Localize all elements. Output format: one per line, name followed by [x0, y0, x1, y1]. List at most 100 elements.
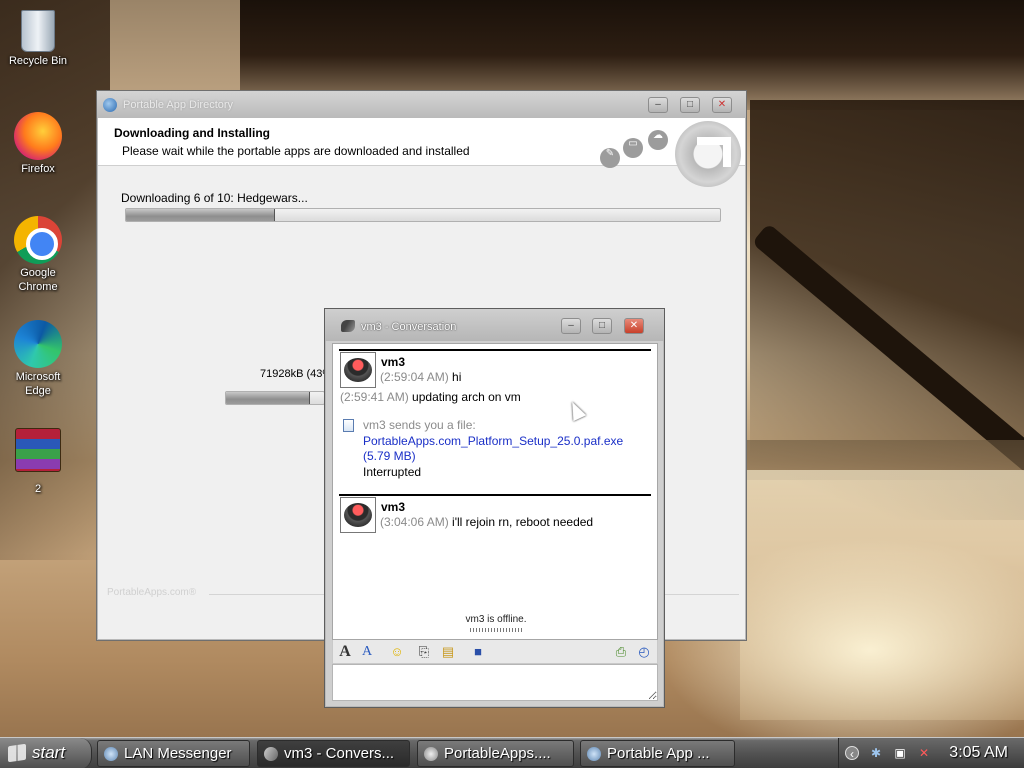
- task-label: PortableApps....: [444, 745, 551, 762]
- wizard-header: Downloading and Installing Please wait w…: [98, 118, 745, 187]
- close-button[interactable]: ✕: [624, 318, 644, 334]
- broadcast-icon[interactable]: ⎙: [612, 643, 630, 661]
- message-divider: [339, 494, 651, 496]
- avatar: [340, 497, 376, 533]
- winrar-archive-icon: [15, 428, 61, 472]
- overall-progress-bar: [125, 208, 721, 222]
- volume-muted-icon[interactable]: ✕: [917, 746, 931, 760]
- file-progress-label: 71928kB (43%: [260, 368, 333, 380]
- desktop-icon-label: Firefox: [21, 163, 55, 175]
- smiley-icon[interactable]: ☺: [388, 643, 406, 661]
- message-timestamp: (2:59:41 AM): [340, 390, 409, 404]
- edge-icon: [14, 320, 62, 368]
- portableapps-icon: [587, 747, 601, 761]
- desktop-icon-recycle-bin[interactable]: Recycle Bin: [0, 4, 76, 68]
- font-color-icon[interactable]: A: [358, 643, 376, 661]
- recycle-bin-icon: [21, 10, 55, 52]
- overall-progress-fill: [126, 209, 275, 221]
- start-button[interactable]: start: [0, 738, 92, 768]
- file-transfer-state: Interrupted: [363, 465, 422, 479]
- download-status-label: Downloading 6 of 10: Hedgewars...: [121, 191, 308, 205]
- file-progress-fill: [226, 392, 311, 404]
- cloud-icon: ☁: [648, 130, 668, 150]
- font-icon[interactable]: A: [336, 643, 354, 661]
- close-button[interactable]: ✕: [712, 97, 732, 113]
- file-transfer-name-link[interactable]: PortableApps.com_Platform_Setup_25.0.paf…: [363, 434, 623, 448]
- task-portableapps[interactable]: PortableApps....: [417, 740, 574, 767]
- message-text: updating arch on vm: [412, 390, 521, 404]
- desktop-icon-label: 2: [34, 483, 42, 495]
- title-bar[interactable]: vm3 - Conversation – □ ✕: [325, 309, 664, 341]
- system-tray: ‹ ✱ ▣ ✕ 3:05 AM: [838, 738, 1024, 768]
- wizard-subheading: Please wait while the portable apps are …: [122, 144, 470, 158]
- message-line: (2:59:04 AM) hi: [380, 370, 461, 384]
- record-disc-icon: [344, 358, 372, 382]
- pencil-icon: ✎: [600, 148, 620, 168]
- file-transfer-size: (5.79 MB): [363, 449, 416, 463]
- file-transfer-intro: vm3 sends you a file:: [363, 418, 476, 432]
- message-input[interactable]: [332, 664, 658, 701]
- maximize-button[interactable]: □: [592, 318, 612, 334]
- save-icon[interactable]: ■: [469, 643, 487, 661]
- history-icon[interactable]: ◴: [635, 643, 653, 661]
- minimize-button[interactable]: –: [648, 97, 668, 113]
- message-sender: vm3: [381, 500, 406, 514]
- maximize-button[interactable]: □: [680, 97, 700, 113]
- splitter-grip[interactable]: [470, 628, 524, 632]
- conversation-window: vm3 - Conversation – □ ✕ vm3 (2:59:04 AM…: [324, 308, 665, 708]
- desktop-icon-archive[interactable]: 2: [0, 428, 76, 496]
- avatar: [340, 352, 376, 388]
- file-progress-bar: [225, 391, 325, 405]
- conversation-icon: [264, 747, 278, 761]
- message-text: hi: [452, 370, 462, 384]
- title-bar[interactable]: Portable App Directory – □ ✕: [97, 91, 746, 119]
- taskbar: start LAN Messenger vm3 - Convers... Por…: [0, 737, 1024, 768]
- laptop-icon: ▭: [623, 138, 643, 158]
- message-line: (3:04:06 AM) i'll rejoin rn, reboot need…: [380, 515, 593, 529]
- chat-history[interactable]: vm3 (2:59:04 AM) hi (2:59:41 AM) updatin…: [332, 343, 658, 640]
- message-timestamp: (2:59:04 AM): [380, 370, 449, 384]
- message-timestamp: (3:04:06 AM): [380, 515, 449, 529]
- attach-file-icon[interactable]: ⎘: [415, 643, 433, 661]
- wizard-heading: Downloading and Installing: [114, 126, 270, 140]
- desktop-icon-label: Recycle Bin: [8, 55, 68, 67]
- chrome-icon: [14, 216, 62, 264]
- message-text: i'll rejoin rn, reboot needed: [452, 515, 594, 529]
- desktop-icon-edge[interactable]: Microsoft Edge: [0, 320, 76, 398]
- desktop-icon-chrome[interactable]: Google Chrome: [0, 216, 76, 294]
- minimize-button[interactable]: –: [561, 318, 581, 334]
- windows-flag-icon: [8, 743, 26, 763]
- branding-footer: PortableApps.com®: [107, 587, 197, 598]
- message-line: (2:59:41 AM) updating arch on vm: [340, 390, 521, 404]
- wallpaper-sea: [740, 470, 1024, 720]
- desktop-icon-label: Microsoft Edge: [15, 371, 61, 397]
- firefox-icon: [14, 112, 62, 160]
- clock[interactable]: 3:05 AM: [949, 744, 1008, 762]
- lan-messenger-icon: [341, 320, 355, 332]
- start-label: start: [32, 743, 66, 762]
- task-label: LAN Messenger: [124, 745, 232, 762]
- task-conversation[interactable]: vm3 - Convers...: [257, 740, 410, 767]
- window-title: vm3 - Conversation: [361, 321, 457, 333]
- desktop-icon-label: Google Chrome: [18, 267, 58, 293]
- lan-messenger-icon: [104, 747, 118, 761]
- task-portable-app-directory[interactable]: Portable App ...: [580, 740, 735, 767]
- message-toolbar: A A ☺ ⎘ ▤ ■ ⎙ ◴: [332, 640, 658, 664]
- message-divider: [339, 349, 651, 351]
- message-sender: vm3: [381, 355, 406, 369]
- portableapps-icon: [103, 98, 117, 112]
- task-label: Portable App ...: [607, 745, 710, 762]
- file-transfer-icon: [343, 419, 354, 432]
- portableapps-logo-icon: [675, 121, 741, 187]
- contact-status: vm3 is offline.: [465, 614, 527, 625]
- portableapps-icon: [424, 747, 438, 761]
- network-people-icon[interactable]: ✱: [869, 746, 883, 760]
- chevron-left-icon[interactable]: ‹: [845, 746, 859, 761]
- window-title: Portable App Directory: [123, 99, 234, 111]
- desktop-icon-firefox[interactable]: Firefox: [0, 112, 76, 176]
- record-disc-icon: [344, 503, 372, 527]
- task-label: vm3 - Convers...: [284, 745, 395, 762]
- network-monitor-icon[interactable]: ▣: [893, 746, 907, 760]
- task-lan-messenger[interactable]: LAN Messenger: [97, 740, 250, 767]
- send-folder-icon[interactable]: ▤: [439, 643, 457, 661]
